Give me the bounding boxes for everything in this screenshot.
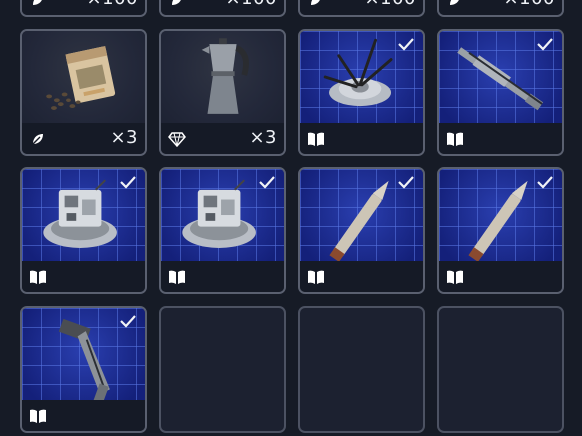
inventory-slot-blueprint[interactable] [437,29,564,156]
slot-footer [300,261,423,292]
leaf-icon [306,0,326,10]
empty-inventory-slot[interactable] [298,306,425,433]
inventory-slot-blueprint[interactable] [437,167,564,294]
slot-footer: ×100 [439,0,562,15]
quantity-label: ×100 [87,0,138,9]
owned-check-icon [120,315,136,328]
inventory-slot[interactable]: ×100 [298,0,425,17]
quantity-label: ×100 [365,0,416,9]
owned-check-icon [537,176,553,189]
inventory-grid: ×100 ×100 ×100 ×100 [0,0,582,436]
slot-footer: ×100 [22,0,145,15]
item-art [22,31,145,125]
inventory-slot[interactable]: ×100 [437,0,564,17]
item-art [300,31,423,125]
inventory-slot-moka-pot[interactable]: ×3 [159,29,286,156]
item-art [161,169,284,263]
inventory-slot-blueprint[interactable] [298,167,425,294]
seed-packet-image [46,46,116,110]
quantity-label: ×100 [226,0,277,9]
slot-footer: ×3 [22,123,145,154]
book-icon [28,406,48,426]
owned-check-icon [120,176,136,189]
diamond-icon [167,129,187,149]
leaf-icon [445,0,465,10]
inventory-slot[interactable]: ×100 [20,0,147,17]
item-art [22,308,145,402]
empty-inventory-slot[interactable] [437,306,564,433]
quantity-label: ×3 [110,127,138,148]
item-art [300,169,423,263]
slot-footer: ×3 [161,123,284,154]
inventory-slot-blueprint[interactable] [298,29,425,156]
item-art [439,169,562,263]
owned-check-icon [398,176,414,189]
book-icon [306,129,326,149]
book-icon [28,267,48,287]
owned-check-icon [259,176,275,189]
inventory-slot-blueprint[interactable] [20,167,147,294]
inventory-slot-seed-packet[interactable]: ×3 [20,29,147,156]
leaf-icon [28,129,48,149]
owned-check-icon [398,38,414,51]
slot-footer [439,261,562,292]
slot-footer [439,123,562,154]
slot-footer: ×100 [300,0,423,15]
inventory-slot-blueprint[interactable] [159,167,286,294]
item-art [161,31,284,125]
book-icon [167,267,187,287]
item-art [22,169,145,263]
slot-footer: ×100 [161,0,284,15]
item-art [439,31,562,125]
owned-check-icon [537,38,553,51]
inventory-slot[interactable]: ×100 [159,0,286,17]
leaf-icon [28,0,48,10]
slot-footer [300,123,423,154]
quantity-label: ×100 [504,0,555,9]
slot-footer [22,261,145,292]
book-icon [445,129,465,149]
slot-footer [22,400,145,431]
leaf-icon [167,0,187,10]
inventory-slot-blueprint[interactable] [20,306,147,433]
quantity-label: ×3 [249,127,277,148]
book-icon [306,267,326,287]
slot-footer [161,261,284,292]
book-icon [445,267,465,287]
empty-inventory-slot[interactable] [159,306,286,433]
moka-pot-image [201,38,249,114]
